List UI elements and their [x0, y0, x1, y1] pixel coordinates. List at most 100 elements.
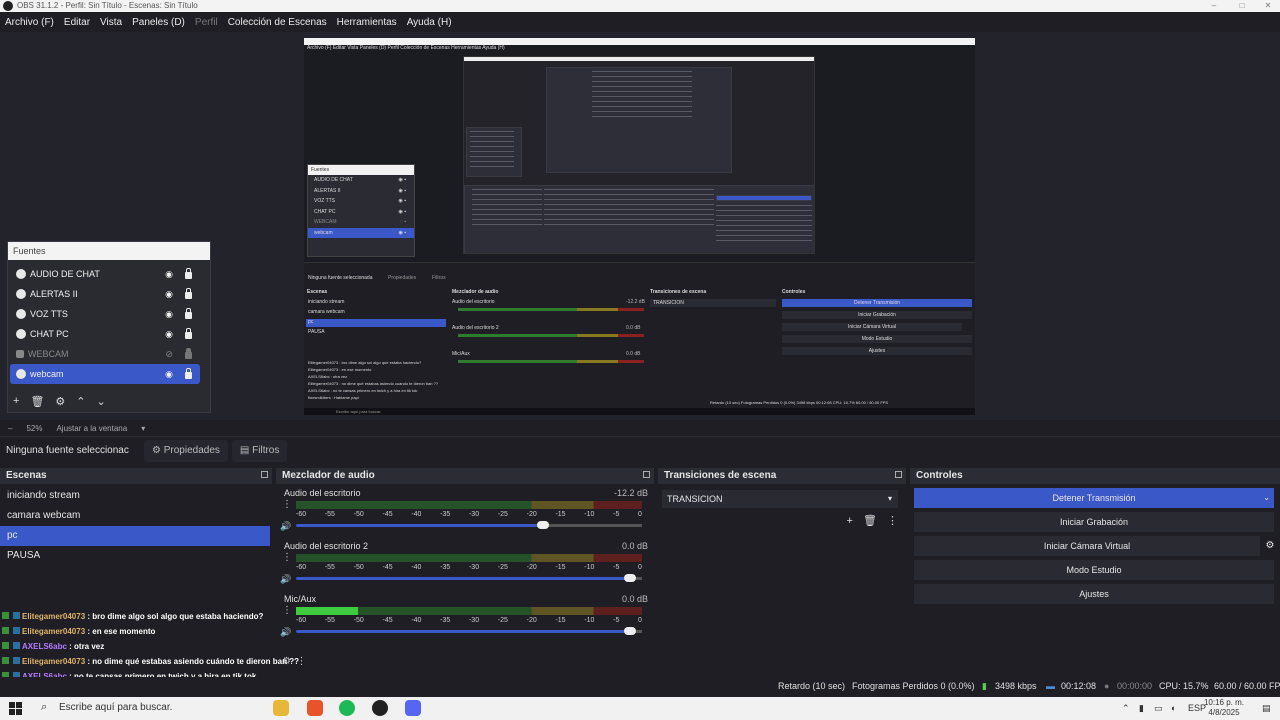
lock-icon[interactable]	[185, 348, 192, 359]
search-icon[interactable]: ⌕	[41, 701, 47, 714]
menu-coleccion-escenas[interactable]: Colección de Escenas	[228, 17, 327, 28]
settings-button[interactable]: Ajustes	[914, 584, 1274, 604]
meter-tick-label: 0	[638, 617, 642, 624]
obs-app-icon[interactable]	[372, 700, 388, 716]
add-icon[interactable]: +	[846, 515, 852, 527]
taskbar-clock[interactable]: 10:16 p. m. 4/8/2025	[1204, 698, 1244, 718]
zoom-fit-dropdown[interactable]: Ajustar a la ventana	[56, 424, 127, 433]
trash-icon[interactable]: 🗑	[863, 515, 877, 527]
more-options-icon[interactable]: ⋮	[282, 552, 292, 563]
menu-herramientas[interactable]: Herramientas	[337, 17, 397, 28]
meter-tick-label: -25	[497, 617, 508, 624]
mixer-title: Mezclador de audio	[276, 468, 654, 484]
menu-ayuda[interactable]: Ayuda (H)	[407, 17, 452, 28]
source-item-chat-pc[interactable]: CHAT PC ◉	[10, 324, 200, 344]
start-virtual-camera-button[interactable]: Iniciar Cámara Virtual ⚙	[914, 536, 1274, 556]
eye-icon[interactable]: ◉	[165, 329, 173, 340]
microphone-icon[interactable]: ▮	[1139, 703, 1144, 714]
filters-button[interactable]: ▤ Filtros	[231, 439, 288, 462]
trash-icon[interactable]: 🗑	[30, 395, 44, 408]
transitions-title: Transiciones de escena	[658, 468, 906, 484]
taskbar-search-input[interactable]: Escribe aquí para buscar.	[59, 702, 172, 713]
eye-icon[interactable]: ◉	[165, 269, 173, 280]
chevron-down-icon[interactable]: ▾	[141, 424, 145, 433]
windows-start-icon[interactable]	[9, 702, 22, 715]
popout-icon[interactable]	[895, 471, 902, 478]
studio-mode-button[interactable]: Modo Estudio	[914, 560, 1274, 580]
speaker-icon[interactable]: 🔊	[280, 627, 291, 638]
volume-slider[interactable]	[296, 521, 642, 529]
meter-tick-label: -45	[382, 564, 393, 571]
menu-perfil[interactable]: Perfil	[195, 17, 218, 28]
source-label: AUDIO DE CHAT	[30, 269, 100, 279]
volume-slider-handle[interactable]	[624, 627, 636, 635]
scene-item-iniciando-stream[interactable]: iniciando stream	[0, 486, 270, 506]
source-item-voz-tts[interactable]: VOZ TTS ◉	[10, 304, 200, 324]
minimize-icon[interactable]: –	[1208, 0, 1220, 12]
close-icon[interactable]: ✕	[1262, 0, 1274, 12]
volume-slider-handle[interactable]	[537, 521, 549, 529]
lock-icon[interactable]	[185, 328, 192, 339]
scene-item-pc[interactable]: pc	[0, 526, 270, 546]
popout-icon[interactable]	[261, 471, 268, 478]
volume-slider[interactable]	[296, 627, 642, 635]
meter-tick-label: -60	[296, 511, 307, 518]
network-icon[interactable]: ▭	[1154, 703, 1163, 714]
gear-icon[interactable]: ⚙	[55, 395, 65, 408]
more-options-icon[interactable]: ⋮	[887, 515, 898, 527]
brave-browser-icon[interactable]	[307, 700, 323, 716]
menu-archivo[interactable]: Archivo (F)	[5, 17, 54, 28]
lock-icon[interactable]	[185, 288, 192, 299]
meter-tick-label: -35	[440, 617, 451, 624]
volume-slider-handle[interactable]	[624, 574, 636, 582]
mixer-channel: Audio del escritorio -12.2 dB ⋮ -60 -55 -50 -4…	[276, 484, 654, 537]
spotify-icon[interactable]	[339, 700, 355, 716]
scene-item-camara-webcam[interactable]: camara webcam	[0, 506, 270, 526]
eye-icon[interactable]: ◉	[165, 369, 173, 380]
move-down-icon[interactable]: ⌄	[97, 395, 106, 408]
source-label: CHAT PC	[30, 329, 69, 339]
menu-editar[interactable]: Editar	[64, 17, 90, 28]
start-recording-button[interactable]: Iniciar Grabación	[914, 512, 1274, 532]
notifications-icon[interactable]: ▤	[1262, 703, 1271, 714]
gear-icon[interactable]: ⚙	[1262, 536, 1278, 556]
lock-icon[interactable]	[185, 268, 192, 279]
file-explorer-icon[interactable]	[273, 700, 289, 716]
menu-paneles[interactable]: Paneles (D)	[132, 17, 185, 28]
source-item-audio-de-chat[interactable]: AUDIO DE CHAT ◉	[10, 264, 200, 284]
eye-icon[interactable]: ◉	[165, 289, 173, 300]
speaker-icon[interactable]: 🔊	[280, 521, 291, 532]
scene-item-pausa[interactable]: PAUSA	[0, 546, 270, 566]
chat-text: : bro dime algo sol algo que estaba haci…	[85, 612, 264, 621]
signal-icon: ▮	[982, 681, 987, 691]
discord-icon[interactable]	[405, 700, 421, 716]
meter-tick-label: -15	[555, 564, 566, 571]
zoom-value: 52%	[26, 423, 43, 433]
menu-vista[interactable]: Vista	[100, 17, 122, 28]
volume-slider[interactable]	[296, 574, 642, 582]
source-item-alertas[interactable]: ALERTAS II ◉	[10, 284, 200, 304]
badge-icon	[2, 627, 9, 634]
lock-icon[interactable]	[185, 308, 192, 319]
source-item-webcam-hidden[interactable]: WEBCAM ⊘	[10, 344, 200, 364]
transition-select[interactable]: TRANSICION ▾	[662, 490, 898, 508]
popout-icon[interactable]	[643, 471, 650, 478]
volume-icon[interactable]: ◖	[1170, 703, 1175, 713]
maximize-icon[interactable]: □	[1236, 0, 1248, 12]
more-options-icon[interactable]: ⋮	[282, 499, 292, 510]
speaker-icon[interactable]: 🔊	[280, 574, 291, 585]
meter-tick-label: -20	[526, 564, 537, 571]
move-up-icon[interactable]: ⌃	[76, 395, 85, 408]
add-source-icon[interactable]: +	[13, 395, 19, 407]
chevron-up-icon[interactable]: ⌃	[1122, 703, 1130, 714]
lock-icon[interactable]	[185, 368, 192, 379]
eye-icon[interactable]: ◉	[165, 309, 173, 320]
more-options-icon[interactable]: ⋮	[282, 605, 292, 616]
source-item-webcam-selected[interactable]: webcam ◉	[10, 364, 200, 384]
stop-stream-button[interactable]: Detener Transmisión ⌄	[914, 488, 1274, 508]
properties-button[interactable]: ⚙ Propiedades	[144, 439, 228, 462]
meter-tick-label: -45	[382, 617, 393, 624]
chevron-down-icon[interactable]: ⌄	[1263, 488, 1270, 508]
zoom-out-icon[interactable]: –	[8, 424, 12, 433]
eye-hidden-icon[interactable]: ⊘	[165, 349, 173, 360]
